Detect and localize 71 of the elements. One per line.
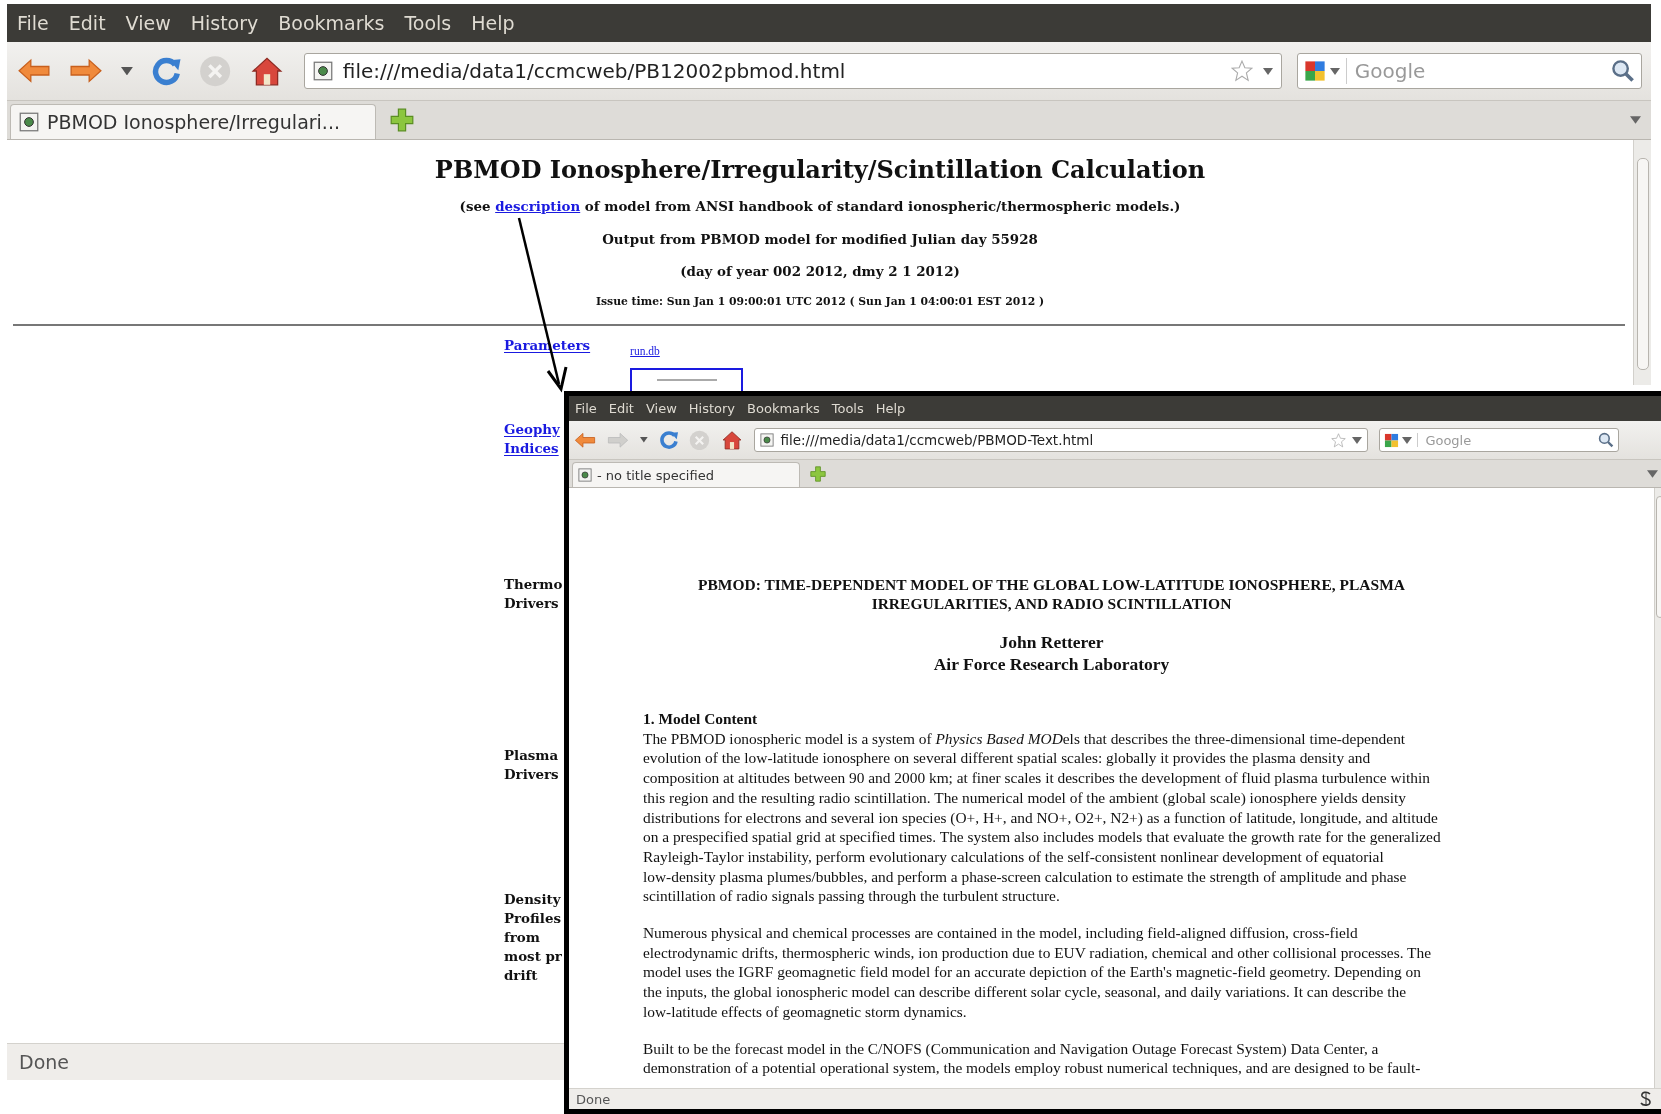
document-heading: PBMOD: TIME-DEPENDENT MODEL OF THE GLOBAL LOW-LATITUDE IONOSPHERE, PLASMA IRREGULARITIES, AND RADIO SCINTILLATION bbox=[697, 575, 1406, 613]
search-engine-icon[interactable] bbox=[1384, 432, 1400, 448]
star-icon[interactable] bbox=[1230, 60, 1253, 82]
menu-item[interactable]: Edit bbox=[68, 12, 106, 34]
page-icon bbox=[760, 433, 775, 447]
section-label: Plasma Drivers bbox=[504, 746, 560, 784]
reload-icon[interactable] bbox=[658, 430, 679, 450]
caret-icon[interactable] bbox=[1262, 67, 1273, 75]
url-text: file:///media/data1/ccmcweb/PBMOD-Text.html bbox=[780, 432, 1095, 448]
search-icon[interactable] bbox=[1610, 59, 1635, 83]
search-engine-icon[interactable] bbox=[1303, 60, 1326, 82]
search-bar[interactable]: Google bbox=[1379, 428, 1620, 452]
back-arrow-icon[interactable] bbox=[17, 58, 51, 84]
new-tab-icon[interactable] bbox=[810, 465, 826, 482]
url-text: file:///media/data1/ccmcweb/PB12002pbmod.html bbox=[342, 59, 847, 83]
search-icon[interactable] bbox=[1598, 432, 1615, 448]
affiliation-text: Air Force Research Laboratory bbox=[932, 653, 1171, 675]
page-icon bbox=[19, 112, 39, 132]
section-link[interactable]: Geophy Indices bbox=[504, 419, 560, 461]
caret-icon[interactable] bbox=[121, 66, 133, 76]
page-icon bbox=[312, 61, 333, 81]
browser-tab[interactable]: - no title specified bbox=[572, 462, 800, 487]
reload-icon[interactable] bbox=[150, 55, 182, 87]
menu-item[interactable]: Edit bbox=[608, 401, 634, 416]
scrollbar[interactable] bbox=[1633, 140, 1651, 385]
menu-item[interactable]: History bbox=[190, 12, 259, 34]
back-arrow-icon[interactable] bbox=[574, 431, 596, 449]
caret-icon[interactable] bbox=[1352, 436, 1363, 444]
menu-item[interactable]: Bookmarks bbox=[278, 12, 385, 34]
menu-item[interactable]: Help bbox=[471, 12, 515, 34]
issue-time-text: Issue time: Sun Jan 1 09:00:01 UTC 2012 ( Sun Jan 1 04:00:01 EST 2012 ) bbox=[594, 295, 1046, 308]
menu-item[interactable]: Tools bbox=[404, 12, 452, 34]
description-text: (see description of model from ANSI handbook of standard ionospheric/thermospheric models.) bbox=[458, 198, 1182, 214]
paragraph: The PBMOD ionospheric model is a system of Physics Based MODels that describes the three-dimensional time-dependent evolution of the low-latitude ionosphere on several different spatial scales: globally it provides the plasma density and composition at altitudes between 90 and 2000 km; at finer scales it describes the development of fluid plasma turbulence within this region and the resulting radio scintillation. The numerical model of the ambient (global scale) ionosphere yields density distributions for electrons and several ion species (O+, H+, and NO+, O2+, N2+) as a function of latitude, longitude, and altitude on a prespecified spatial grid at specified times. The system also includes models that evaluate the growth rate for the generalized Rayleigh-Taylor instability, perform evolutionary calculations of the self-consistent nonlinear development of equatorial low-density plasma plumes/bubbles, and perform a phase-screen calculation to estimate the strength of amplitude and phase scintillation of radio signals passing through the turbulent structure. bbox=[643, 728, 1442, 907]
section-label: Thermo Drivers bbox=[504, 575, 560, 613]
author-name: John Retterer bbox=[998, 631, 1105, 653]
status-text: Done bbox=[576, 1091, 611, 1107]
description-link[interactable]: description bbox=[495, 198, 581, 214]
menu-item[interactable]: File bbox=[17, 12, 49, 34]
forward-arrow-icon[interactable] bbox=[69, 58, 103, 84]
star-icon[interactable] bbox=[1331, 432, 1347, 448]
file-link[interactable]: run.db bbox=[630, 343, 744, 361]
caret-icon[interactable] bbox=[1402, 436, 1413, 444]
address-field[interactable]: file:///media/data1/ccmcweb/PBMOD-Text.html bbox=[754, 428, 1369, 452]
menu-item[interactable]: File bbox=[575, 401, 597, 416]
page-icon bbox=[578, 468, 592, 482]
caret-icon[interactable] bbox=[1647, 469, 1658, 478]
page-title: PBMOD Ionosphere/Irregularity/Scintillation Calculation bbox=[433, 155, 1207, 184]
menu-item[interactable]: Tools bbox=[831, 401, 864, 416]
menu-item[interactable]: History bbox=[688, 401, 736, 416]
addon-icon[interactable] bbox=[1638, 1091, 1654, 1107]
search-bar[interactable]: Google bbox=[1296, 53, 1642, 89]
date-text: (day of year 002 2012, dmy 2 1 2012) bbox=[679, 263, 961, 279]
paragraph: Numerous physical and chemical processes are contained in the model, including field-aligned diffusion, cross-field electrodynamic drifts, thermospheric winds, ion production due to EUV radiation, chemical and other collisional processes. The model uses the IGRF geomagnetic field model for an accurate depiction of the Earth's magnetic-field geometry. Depending on the inputs, the global ionospheric model can describe different solar cycle, seasonal, and daily variations. It can describe the low-latitude effects of geomagnetic storm dynamics. bbox=[643, 923, 1432, 1022]
caret-icon[interactable] bbox=[640, 437, 648, 443]
section-label: Density Profiles from most pr drift bbox=[504, 890, 560, 985]
home-icon[interactable] bbox=[721, 429, 744, 451]
address-field[interactable]: file:///media/data1/ccmcweb/PB12002pbmod.html bbox=[303, 53, 1282, 89]
section-heading: 1. Model Content bbox=[643, 709, 759, 729]
caret-icon[interactable] bbox=[1630, 116, 1641, 124]
search-field[interactable]: Google bbox=[1423, 431, 1596, 449]
caret-icon[interactable] bbox=[1329, 67, 1340, 75]
search-field[interactable]: Google bbox=[1352, 58, 1607, 84]
scrollbar[interactable] bbox=[1654, 488, 1661, 1088]
menu-item[interactable]: Bookmarks bbox=[747, 401, 820, 416]
browser-tab[interactable]: PBMOD Ionosphere/Irregulari... bbox=[10, 104, 376, 139]
menu-item[interactable]: View bbox=[645, 401, 677, 416]
output-text: Output from PBMOD model for modified Julian day 55928 bbox=[601, 231, 1039, 247]
new-tab-icon[interactable] bbox=[390, 108, 414, 132]
menu-item[interactable]: View bbox=[125, 12, 171, 34]
menu-item[interactable]: Help bbox=[875, 401, 906, 416]
